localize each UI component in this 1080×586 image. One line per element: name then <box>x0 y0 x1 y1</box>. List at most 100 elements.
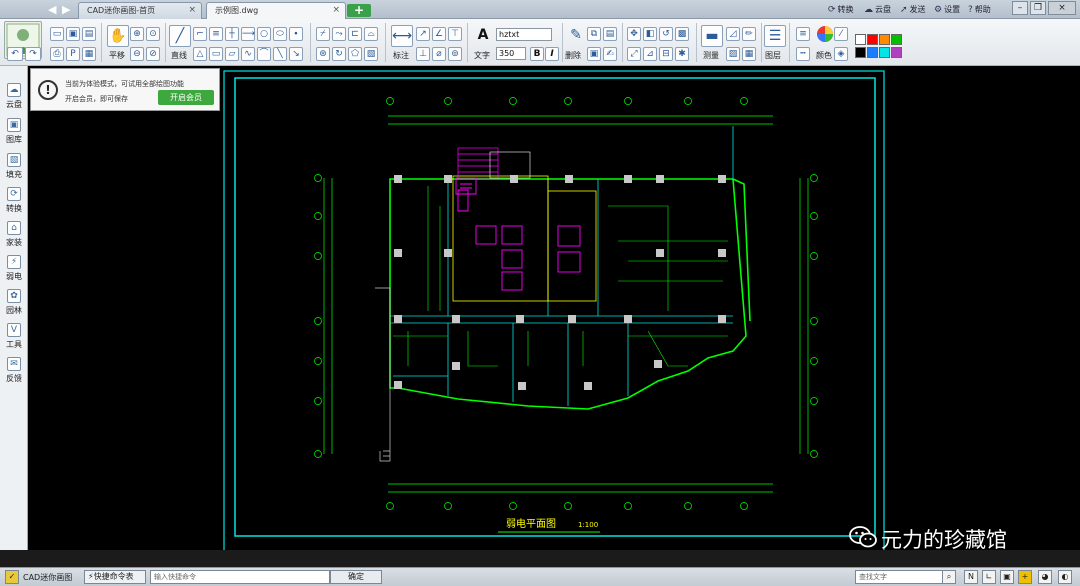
color-swatch[interactable] <box>879 34 890 45</box>
color-swatch[interactable] <box>855 47 866 58</box>
left-tool-garden[interactable]: ✿ 园林 <box>2 288 26 322</box>
zoom-extents-icon[interactable]: ⊘ <box>146 47 160 61</box>
extend-icon[interactable]: ⤳ <box>332 27 346 41</box>
move-icon[interactable]: ✥ <box>627 27 641 41</box>
left-tool-hatch[interactable]: ▧ 填充 <box>2 152 26 186</box>
rotate-object-icon[interactable]: ↺ <box>659 27 673 41</box>
find-text-input[interactable]: 查找文字 <box>855 570 955 584</box>
aligned-dim-icon[interactable]: ↗ <box>416 27 430 41</box>
polygon-icon[interactable]: ⬠ <box>348 47 362 61</box>
grid-icon[interactable]: ▣ <box>1000 570 1014 584</box>
explode-icon[interactable]: ✱ <box>675 47 689 61</box>
left-tool-tools[interactable]: V 工具 <box>2 322 26 356</box>
color-swatch[interactable] <box>891 34 902 45</box>
close-window-button[interactable]: × <box>1048 1 1076 15</box>
copy-icon[interactable]: ⧉ <box>587 27 601 41</box>
confirm-button[interactable]: 确定 <box>330 570 382 584</box>
color-swatch[interactable] <box>867 47 878 58</box>
activate-member-button[interactable]: 开启会员 <box>158 90 214 105</box>
drawing-canvas[interactable]: 弱电平面图 1:100 <box>28 66 1080 554</box>
eyedropper-icon[interactable]: ⁄ <box>834 27 848 41</box>
bold-button[interactable]: B <box>530 47 544 61</box>
left-tool-low-voltage[interactable]: ⚡ 弱电 <box>2 254 26 288</box>
ray-icon[interactable]: ⟶ <box>241 27 255 41</box>
polyline-icon[interactable]: ⌐ <box>193 27 207 41</box>
ellipse-tool-icon[interactable]: ⬭ <box>273 27 287 41</box>
eraser-icon[interactable]: ✎ <box>565 25 587 47</box>
dimension-icon[interactable]: ⟷ <box>391 25 413 47</box>
parallelogram-tool-icon[interactable]: ▱ <box>225 47 239 61</box>
color-wheel-icon[interactable] <box>814 25 836 47</box>
color-swatch[interactable] <box>855 34 866 45</box>
circle-tool-icon[interactable]: ○ <box>257 27 271 41</box>
ortho-icon[interactable]: N <box>964 570 978 584</box>
zoom-out-icon[interactable]: ⊖ <box>130 47 144 61</box>
help-link[interactable]: ? 帮助 <box>968 4 991 15</box>
triangle-tool-icon[interactable]: △ <box>193 47 207 61</box>
font-name-select[interactable]: hztxt <box>496 28 552 41</box>
left-tool-gallery[interactable]: ▣ 图库 <box>2 117 26 151</box>
offset-icon[interactable]: ⊛ <box>316 47 330 61</box>
multiline-icon[interactable]: ≡ <box>209 27 223 41</box>
settings-link[interactable]: ⚙ 设置 <box>934 4 960 15</box>
forward-arrow-icon[interactable]: ▶ <box>62 3 70 16</box>
send-link[interactable]: ➚ 发送 <box>900 4 926 15</box>
zoom-in-icon[interactable]: ⊕ <box>130 27 144 41</box>
break-icon[interactable]: ⊏ <box>348 27 362 41</box>
color-swatch[interactable] <box>879 47 890 58</box>
clipboard-icon[interactable]: ▣ <box>587 47 601 61</box>
point-tool-icon[interactable]: ∙ <box>289 27 303 41</box>
tab-home[interactable]: CAD迷你画图-首页 × <box>78 2 202 19</box>
leader-icon[interactable]: ⊚ <box>448 47 462 61</box>
array-icon[interactable]: ▩ <box>675 27 689 41</box>
mirror-icon[interactable]: ◧ <box>643 27 657 41</box>
baseline-dim-icon[interactable]: ⊤ <box>448 27 462 41</box>
left-tool-feedback[interactable]: ✉ 反馈 <box>2 356 26 390</box>
spline-tool-icon[interactable]: ∿ <box>241 47 255 61</box>
command-input[interactable]: 输入快捷命令 <box>150 570 330 584</box>
tab-drawing[interactable]: 示例图.dwg × <box>206 2 346 19</box>
rotate-icon[interactable]: ↻ <box>332 47 346 61</box>
minimize-button[interactable]: – <box>1012 1 1028 15</box>
left-tool-convert[interactable]: ⟳ 转换 <box>2 186 26 220</box>
arc-tool-icon[interactable]: ⌒ <box>257 47 271 61</box>
crosshair-icon[interactable]: + <box>1018 570 1032 584</box>
redo-icon[interactable]: ↷ <box>25 47 41 61</box>
paste-icon[interactable]: ▤ <box>603 27 617 41</box>
maximize-button[interactable]: ❐ <box>1030 1 1046 15</box>
arrow-tool-icon[interactable]: ↘ <box>289 47 303 61</box>
stretch-icon[interactable]: ⊿ <box>643 47 657 61</box>
quick-command-button[interactable]: ⚡快捷命令表 <box>84 570 146 584</box>
search-icon[interactable]: ⌕ <box>942 570 956 584</box>
open-folder-icon[interactable]: ▭ <box>50 27 64 41</box>
picture-icon[interactable]: ▨ <box>726 47 740 61</box>
cloud-link[interactable]: ☁ 云盘 <box>864 4 891 15</box>
left-tool-cloud[interactable]: ☁ 云盘 <box>2 82 26 116</box>
close-icon[interactable]: × <box>332 5 340 15</box>
close-icon[interactable]: × <box>188 5 196 15</box>
back-arrow-icon[interactable]: ◀ <box>48 3 56 16</box>
background-toggle-icon[interactable]: ◐ <box>1058 570 1072 584</box>
brush-icon[interactable]: ✍ <box>603 47 617 61</box>
construction-line-icon[interactable]: ┼ <box>225 27 239 41</box>
color-swatch[interactable] <box>867 34 878 45</box>
radius-dim-icon[interactable]: ⊥ <box>416 47 430 61</box>
block-icon[interactable]: ▦ <box>742 47 756 61</box>
color-swatch[interactable] <box>891 47 902 58</box>
pencil-icon[interactable]: ✏ <box>742 27 756 41</box>
area-measure-icon[interactable]: ◿ <box>726 27 740 41</box>
line-weight-icon[interactable]: ≡ <box>796 27 810 41</box>
line-type-icon[interactable]: ┅ <box>796 47 810 61</box>
left-tool-home-decor[interactable]: ⌂ 家装 <box>2 220 26 254</box>
hatch-icon[interactable]: ▧ <box>364 47 378 61</box>
diameter-dim-icon[interactable]: ⌀ <box>432 47 446 61</box>
rectangle-tool-icon[interactable]: ▭ <box>209 47 223 61</box>
snap-icon[interactable]: ∟ <box>982 570 996 584</box>
align-icon[interactable]: ⊟ <box>659 47 673 61</box>
pdf-icon[interactable]: P <box>66 47 80 61</box>
export-image-icon[interactable]: ▦ <box>82 47 96 61</box>
ruler-icon[interactable]: ▬ <box>701 25 723 47</box>
add-tab-button[interactable]: + <box>347 4 371 17</box>
line-tool-icon[interactable]: ╱ <box>169 25 191 47</box>
pan-hand-icon[interactable]: ✋ <box>107 25 129 47</box>
